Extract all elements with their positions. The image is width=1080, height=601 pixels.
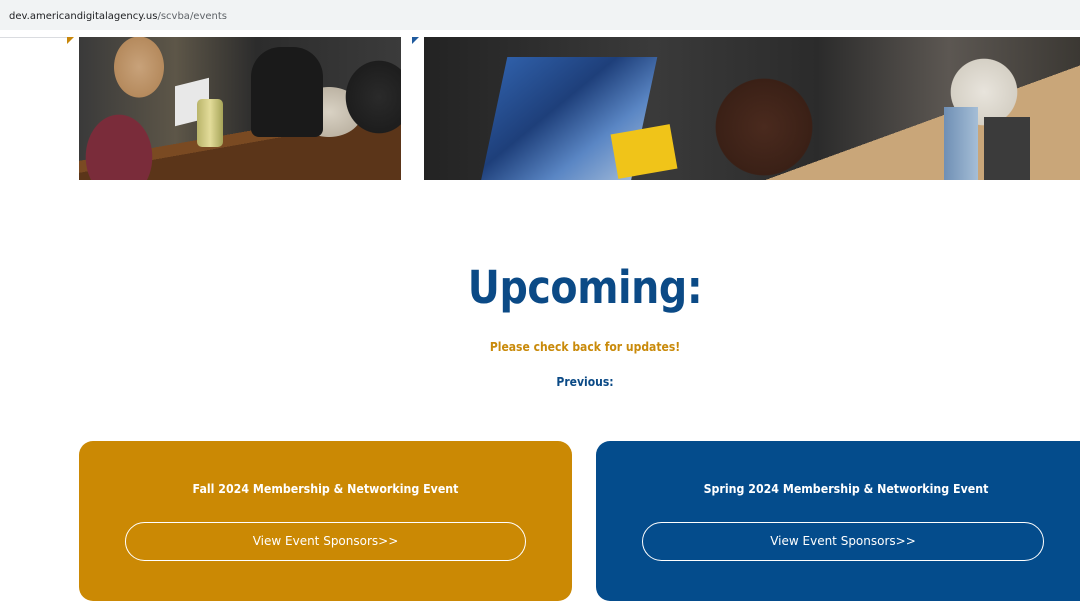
photo-tag-shape (611, 124, 678, 179)
photo-person-shape (251, 47, 323, 137)
upcoming-message: Please check back for updates! (59, 338, 1080, 356)
view-event-sponsors-button[interactable]: View Event Sponsors>> (125, 522, 526, 561)
event-card-title: Fall 2024 Membership & Networking Event (99, 481, 553, 497)
photo-jar-shape (197, 99, 223, 147)
photo-jeans-shape (944, 107, 978, 180)
address-bar-divider (0, 37, 68, 38)
event-card-fall-2024: Fall 2024 Membership & Networking Event … (79, 441, 572, 601)
view-event-sponsors-button[interactable]: View Event Sponsors>> (642, 522, 1044, 561)
upcoming-heading: Upcoming: (70, 258, 1080, 318)
url-path: /scvba/events (157, 11, 227, 22)
url-domain: dev.americandigitalagency.us (9, 11, 157, 22)
address-bar[interactable]: dev.americandigitalagency.us/scvba/event… (0, 0, 1080, 30)
gold-corner-accent (67, 37, 74, 44)
photo-pants-shape (984, 117, 1030, 180)
blue-corner-accent (412, 37, 419, 44)
event-card-title: Spring 2024 Membership & Networking Even… (616, 481, 1076, 497)
event-photo-right (424, 37, 1080, 180)
event-photo-left (79, 37, 401, 180)
previous-heading: Previous: (59, 373, 1080, 391)
event-card-spring-2024: Spring 2024 Membership & Networking Even… (596, 441, 1080, 601)
